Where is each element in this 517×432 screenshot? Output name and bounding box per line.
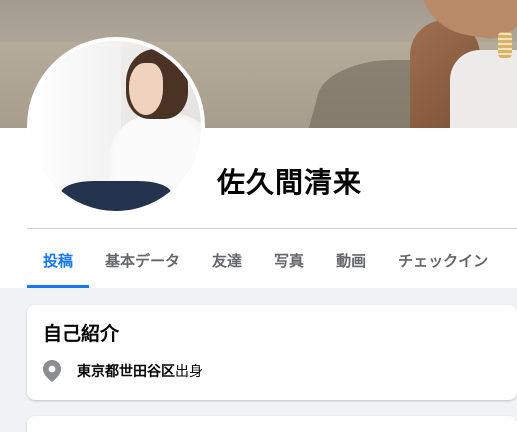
cover-bracelet	[498, 32, 512, 58]
hometown-suffix: 出身	[175, 364, 203, 380]
cover-skirt	[450, 50, 517, 128]
hometown-place[interactable]: 東京都世田谷区	[77, 364, 175, 380]
tab-videos[interactable]: 動画	[320, 232, 382, 288]
next-card	[27, 416, 517, 432]
profile-name: 佐久間清来	[217, 166, 363, 199]
avatar-face	[129, 63, 163, 115]
tab-photos[interactable]: 写真	[258, 232, 320, 288]
header-divider	[27, 228, 517, 229]
avatar-jeans	[61, 181, 171, 211]
tab-about[interactable]: 基本データ	[89, 232, 196, 288]
tab-friends[interactable]: 友達	[196, 232, 258, 288]
hometown-text: 東京都世田谷区出身	[77, 361, 203, 381]
intro-card: 自己紹介 東京都世田谷区出身	[27, 305, 517, 400]
intro-title: 自己紹介	[43, 323, 120, 345]
profile-avatar[interactable]	[31, 41, 201, 211]
hometown-row: 東京都世田谷区出身	[43, 359, 203, 383]
profile-tabs: 投稿 基本データ 友達 写真 動画 チェックイン	[27, 232, 504, 288]
tab-checkins[interactable]: チェックイン	[382, 232, 504, 288]
tab-posts[interactable]: 投稿	[27, 232, 90, 288]
location-pin-icon	[43, 359, 63, 383]
